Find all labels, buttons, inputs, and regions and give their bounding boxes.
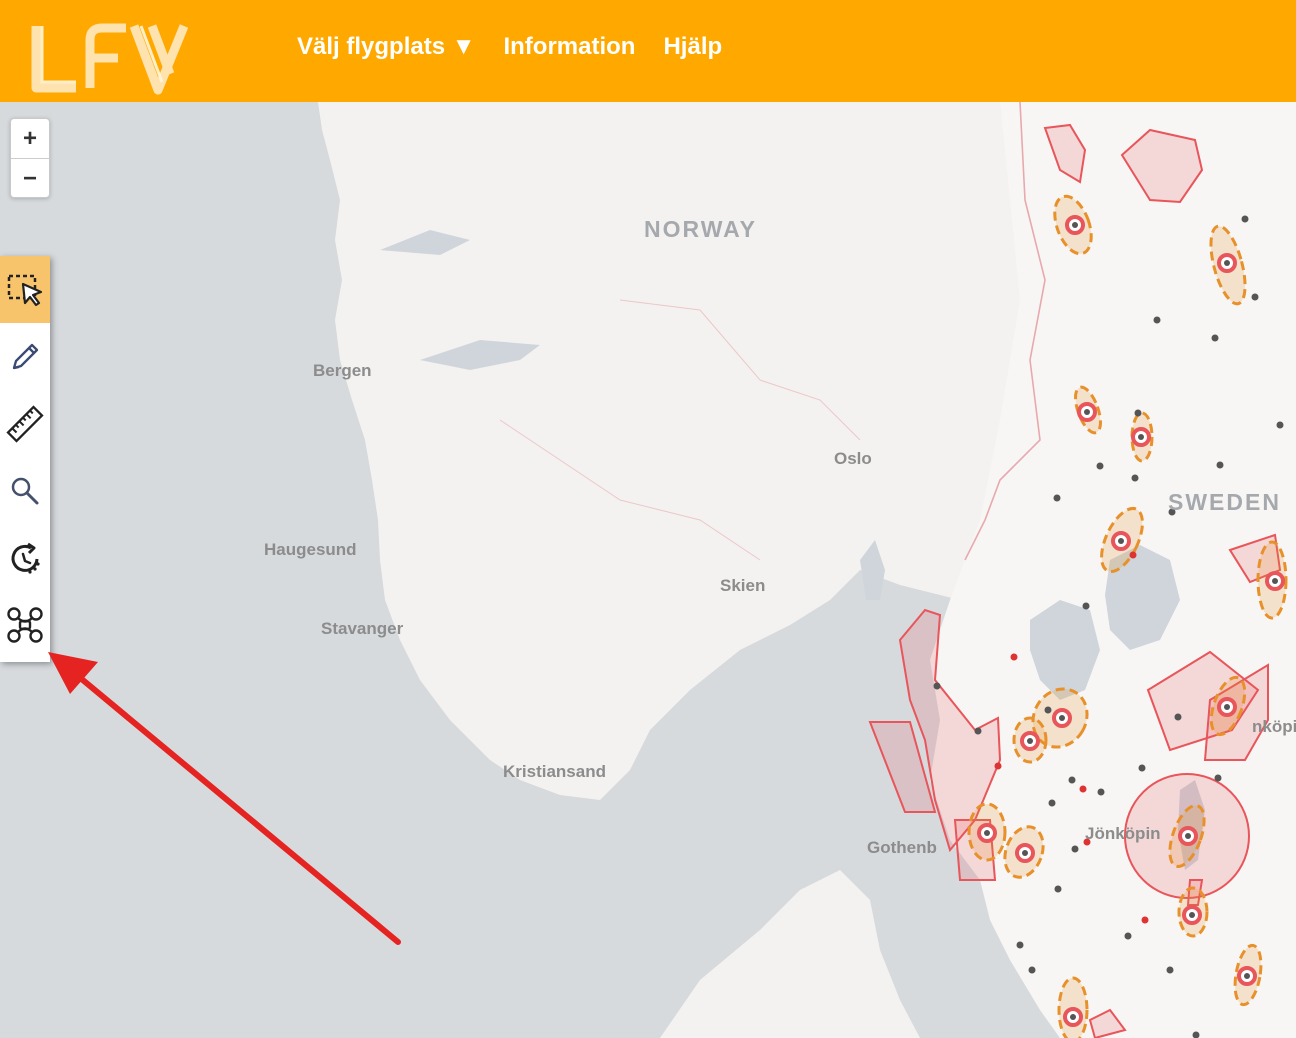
label-haugesund: Haugesund: [264, 540, 357, 559]
zoom-control: + −: [10, 118, 50, 198]
zoom-out-button[interactable]: −: [11, 159, 49, 198]
zoom-in-button[interactable]: +: [11, 119, 49, 159]
lfv-logo[interactable]: [26, 18, 192, 98]
time-tool-button[interactable]: [0, 524, 50, 591]
label-bergen: Bergen: [313, 361, 372, 380]
main-nav: Välj flygplats ▼ Information Hjälp: [297, 33, 722, 61]
top-bar: Välj flygplats ▼ Information Hjälp: [0, 0, 1296, 102]
label-skien: Skien: [720, 576, 766, 595]
pencil-icon: [12, 343, 39, 369]
tool-palette: [0, 256, 50, 662]
help-link[interactable]: Hjälp: [663, 33, 722, 61]
choose-airport-menu[interactable]: Välj flygplats ▼: [297, 33, 475, 61]
information-link[interactable]: Information: [503, 33, 635, 61]
label-jonkoping: Jönköpin: [1085, 824, 1161, 843]
map-canvas[interactable]: NORWAY SWEDEN Bergen Oslo Haugesund Stav…: [0, 102, 1296, 1038]
label-stavanger: Stavanger: [321, 619, 404, 638]
magnifier-icon: [11, 477, 39, 504]
search-tool-button[interactable]: [0, 457, 50, 524]
drone-icon: [7, 606, 43, 643]
label-linkoping: nköpi: [1252, 717, 1296, 736]
measure-tool-button[interactable]: [0, 390, 50, 457]
label-kristiansand: Kristiansand: [503, 762, 606, 781]
select-tool-button[interactable]: [0, 256, 50, 323]
label-sweden: SWEDEN: [1168, 489, 1281, 515]
ruler-icon: [6, 404, 44, 443]
label-norway: NORWAY: [644, 216, 757, 242]
label-oslo: Oslo: [834, 449, 872, 468]
select-icon: [7, 274, 43, 306]
draw-tool-button[interactable]: [0, 323, 50, 390]
label-gothenburg: Gothenb: [867, 838, 937, 857]
drone-tool-button[interactable]: [0, 591, 50, 658]
timer-icon: [11, 542, 40, 574]
